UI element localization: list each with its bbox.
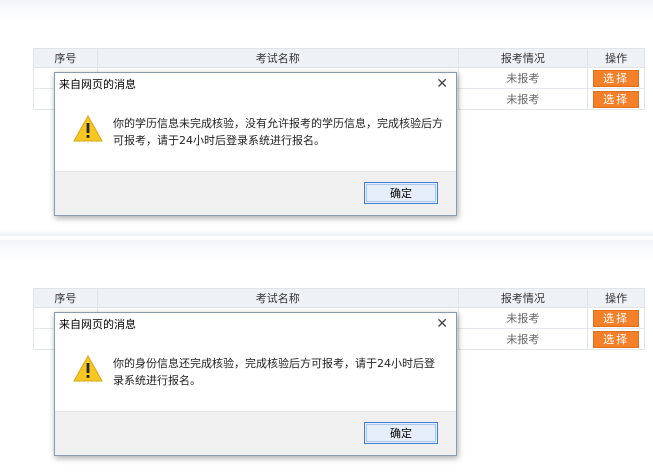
dialog-footer: 确定 — [55, 171, 456, 215]
cell-action: 选择 — [588, 308, 644, 328]
top-strip — [0, 0, 653, 20]
dialog-title: 来自网页的消息 — [59, 318, 136, 331]
dialog-body: 你的学历信息未完成核验，没有允许报考的学历信息，完成核验后方可报考，请于24小时… — [55, 95, 456, 171]
table-header: 序号 考试名称 报考情况 操作 — [33, 288, 645, 308]
dialog-message: 你的身份信息还完成核验，完成核验后方可报考，请于24小时后登录系统进行报名。 — [113, 357, 435, 387]
dialog-body: 你的身份信息还完成核验，完成核验后方可报考，请于24小时后登录系统进行报名。 — [55, 335, 456, 411]
close-icon[interactable]: ✕ — [436, 317, 448, 331]
dialog-title-bar: 来自网页的消息 ✕ — [55, 73, 456, 95]
header-action: 操作 — [605, 52, 628, 65]
select-button[interactable]: 选择 — [593, 69, 640, 87]
bottom-strip — [0, 230, 653, 236]
ok-button[interactable]: 确定 — [364, 182, 438, 204]
cell-action: 选择 — [588, 89, 644, 109]
dialog-message: 你的学历信息未完成核验，没有允许报考的学历信息，完成核验后方可报考，请于24小时… — [113, 117, 443, 147]
table-header: 序号 考试名称 报考情况 操作 — [33, 48, 645, 68]
header-exam-name: 考试名称 — [98, 289, 459, 307]
close-icon[interactable]: ✕ — [436, 77, 448, 91]
header-exam-name: 考试名称 — [98, 49, 459, 67]
top-strip — [0, 240, 653, 260]
cell-status: 未报考 — [459, 329, 589, 349]
screenshot-panel-1: 序号 考试名称 报考情况 操作 未报考 选择 未报考 选择 来自网页的消息 ✕ — [0, 0, 653, 236]
select-button[interactable]: 选择 — [593, 90, 640, 108]
cell-status: 未报考 — [459, 89, 589, 109]
screenshot-panel-2: 序号 考试名称 报考情况 操作 未报考 选择 未报考 选择 来自网页的消息 ✕ — [0, 240, 653, 472]
warning-icon — [73, 115, 103, 142]
message-dialog: 来自网页的消息 ✕ 你的学历信息未完成核验，没有允许报考的学历信息，完成核验后方… — [54, 72, 457, 216]
cell-action: 选择 — [588, 329, 644, 349]
dialog-title-bar: 来自网页的消息 ✕ — [55, 313, 456, 335]
header-index: 序号 — [34, 49, 98, 67]
header-action: 操作 — [605, 292, 628, 305]
cell-status: 未报考 — [459, 308, 589, 328]
message-dialog: 来自网页的消息 ✕ 你的身份信息还完成核验，完成核验后方可报考，请于24小时后登… — [54, 312, 457, 456]
header-status: 报考情况 — [459, 289, 589, 307]
cell-status: 未报考 — [459, 68, 589, 88]
ok-button[interactable]: 确定 — [364, 422, 438, 444]
header-index: 序号 — [34, 289, 98, 307]
header-status: 报考情况 — [459, 49, 589, 67]
dialog-footer: 确定 — [55, 411, 456, 455]
dialog-title: 来自网页的消息 — [59, 78, 136, 91]
select-button[interactable]: 选择 — [593, 330, 640, 348]
cell-action: 选择 — [588, 68, 644, 88]
select-button[interactable]: 选择 — [593, 309, 640, 327]
warning-icon — [73, 355, 103, 382]
